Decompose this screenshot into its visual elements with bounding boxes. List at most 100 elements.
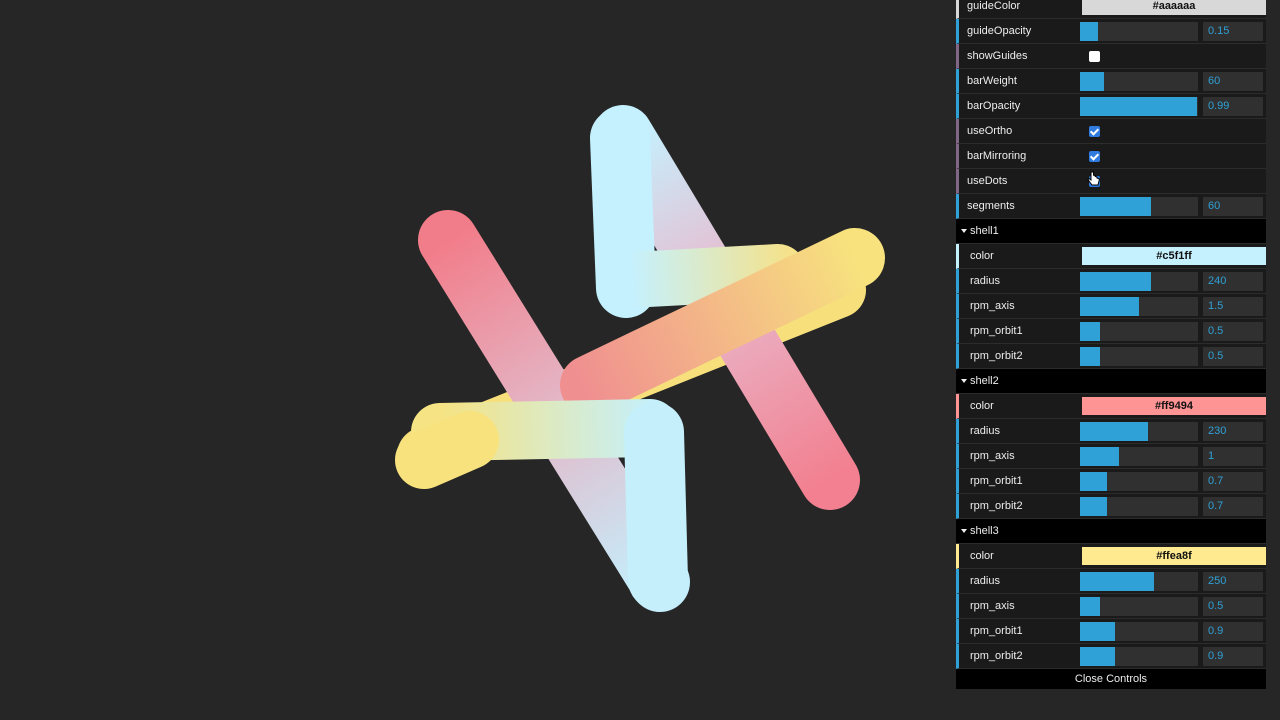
control-row-rpm-orbit2: rpm_orbit2 0.7 [956, 494, 1266, 519]
control-label: useDots [967, 175, 1008, 187]
control-label: barMirroring [967, 150, 1027, 162]
number-input[interactable]: 1 [1203, 447, 1263, 466]
control-label: barWeight [967, 75, 1017, 87]
folder-shell2[interactable]: shell2 [956, 369, 1266, 394]
slider-fill [1080, 322, 1100, 341]
control-row-color: color #ff9494 [956, 394, 1266, 419]
slider[interactable] [1080, 72, 1198, 91]
control-row-rpm-orbit2: rpm_orbit2 0.5 [956, 344, 1266, 369]
control-row-segments: segments 60 [956, 194, 1266, 219]
slider-fill [1080, 597, 1100, 616]
control-label: rpm_orbit2 [970, 350, 1023, 362]
slider[interactable] [1080, 97, 1198, 116]
control-label: guideColor [967, 0, 1021, 12]
control-row-guidecolor: guideColor #aaaaaa [956, 0, 1266, 19]
number-input[interactable]: 0.5 [1203, 347, 1263, 366]
slider[interactable] [1080, 572, 1198, 591]
slider[interactable] [1080, 197, 1198, 216]
control-row-barmirroring: barMirroring [956, 144, 1266, 169]
control-label: rpm_axis [970, 600, 1015, 612]
pointer-cursor-icon [1087, 171, 1101, 186]
slider[interactable] [1080, 497, 1198, 516]
control-row-radius: radius 230 [956, 419, 1266, 444]
control-label: radius [970, 575, 1000, 587]
folder-title: shell2 [970, 375, 999, 387]
number-input[interactable]: 230 [1203, 422, 1263, 441]
color-picker[interactable]: #c5f1ff [1082, 247, 1266, 265]
color-picker[interactable]: #aaaaaa [1082, 0, 1266, 15]
checkbox[interactable] [1089, 151, 1100, 162]
control-row-radius: radius 250 [956, 569, 1266, 594]
color-picker[interactable]: #ff9494 [1082, 397, 1266, 415]
control-row-rpm-orbit1: rpm_orbit1 0.7 [956, 469, 1266, 494]
slider-fill [1080, 472, 1107, 491]
control-row-guideopacity: guideOpacity 0.15 [956, 19, 1266, 44]
control-row-baropacity: barOpacity 0.99 [956, 94, 1266, 119]
control-label: radius [970, 425, 1000, 437]
caret-down-icon [961, 529, 967, 533]
checkbox[interactable] [1089, 126, 1100, 137]
control-row-rpm-axis: rpm_axis 1 [956, 444, 1266, 469]
control-label: rpm_axis [970, 450, 1015, 462]
control-label: color [970, 550, 994, 562]
folder-shell1[interactable]: shell1 [956, 219, 1266, 244]
control-label: guideOpacity [967, 25, 1032, 37]
slider[interactable] [1080, 647, 1198, 666]
number-input[interactable]: 0.99 [1203, 97, 1263, 116]
slider[interactable] [1080, 422, 1198, 441]
slider-fill [1080, 97, 1197, 116]
slider[interactable] [1080, 322, 1198, 341]
slider-fill [1080, 297, 1139, 316]
slider[interactable] [1080, 597, 1198, 616]
control-label: useOrtho [967, 125, 1013, 137]
slider[interactable] [1080, 347, 1198, 366]
folder-title: shell1 [970, 225, 999, 237]
slider[interactable] [1080, 472, 1198, 491]
control-row-color: color #ffea8f [956, 544, 1266, 569]
control-row-rpm-orbit1: rpm_orbit1 0.9 [956, 619, 1266, 644]
control-label: rpm_orbit2 [970, 650, 1023, 662]
number-input[interactable]: 0.9 [1203, 622, 1263, 641]
slider-fill [1080, 622, 1115, 641]
control-row-rpm-axis: rpm_axis 1.5 [956, 294, 1266, 319]
folder-title: shell3 [970, 525, 999, 537]
control-row-rpm-orbit1: rpm_orbit1 0.5 [956, 319, 1266, 344]
control-row-color: color #c5f1ff [956, 244, 1266, 269]
slider[interactable] [1080, 272, 1198, 291]
controls-panel: guideColor #aaaaaa guideOpacity 0.15 showGui… [956, 0, 1266, 689]
color-picker[interactable]: #ffea8f [1082, 547, 1266, 565]
number-input[interactable]: 60 [1203, 72, 1263, 91]
caret-down-icon [961, 229, 967, 233]
slider-fill [1080, 647, 1115, 666]
number-input[interactable]: 0.15 [1203, 22, 1263, 41]
control-row-barweight: barWeight 60 [956, 69, 1266, 94]
slider[interactable] [1080, 447, 1198, 466]
control-label: rpm_orbit1 [970, 625, 1023, 637]
slider-fill [1080, 22, 1098, 41]
slider-fill [1080, 497, 1107, 516]
number-input[interactable]: 1.5 [1203, 297, 1263, 316]
number-input[interactable]: 0.7 [1203, 472, 1263, 491]
number-input[interactable]: 0.9 [1203, 647, 1263, 666]
number-input[interactable]: 240 [1203, 272, 1263, 291]
checkbox[interactable] [1089, 51, 1100, 62]
canvas-scene[interactable] [0, 0, 950, 720]
slider-fill [1080, 197, 1151, 216]
slider[interactable] [1080, 622, 1198, 641]
close-controls-button[interactable]: Close Controls [956, 669, 1266, 689]
number-input[interactable]: 250 [1203, 572, 1263, 591]
control-row-useortho: useOrtho [956, 119, 1266, 144]
control-label: radius [970, 275, 1000, 287]
slider[interactable] [1080, 22, 1198, 41]
number-input[interactable]: 60 [1203, 197, 1263, 216]
control-label: rpm_orbit1 [970, 325, 1023, 337]
slider-fill [1080, 447, 1119, 466]
number-input[interactable]: 0.5 [1203, 597, 1263, 616]
control-label: rpm_orbit1 [970, 475, 1023, 487]
caret-down-icon [961, 379, 967, 383]
folder-shell3[interactable]: shell3 [956, 519, 1266, 544]
number-input[interactable]: 0.7 [1203, 497, 1263, 516]
control-label: showGuides [967, 50, 1028, 62]
slider[interactable] [1080, 297, 1198, 316]
number-input[interactable]: 0.5 [1203, 322, 1263, 341]
